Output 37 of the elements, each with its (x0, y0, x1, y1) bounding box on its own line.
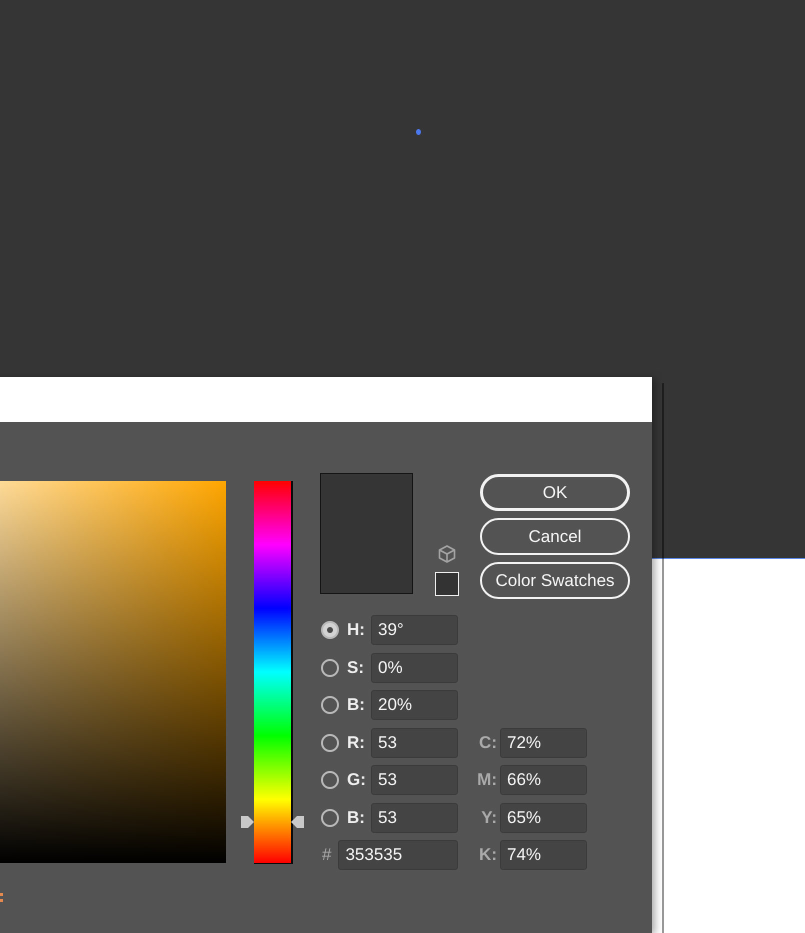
cancel-button[interactable]: Cancel (480, 518, 630, 555)
dot-icon (416, 129, 421, 135)
cube-icon[interactable] (438, 545, 456, 563)
hue-slider-thumb[interactable] (241, 816, 304, 828)
radio-button[interactable] (321, 658, 339, 676)
percent-field[interactable]: 72% (500, 728, 587, 758)
channel-value-field[interactable]: 53 (371, 802, 458, 832)
channel-value-field[interactable]: 53 (371, 765, 458, 795)
radio-button[interactable] (321, 621, 339, 639)
partial-icon (0, 893, 3, 902)
channel-value-field[interactable]: 53 (371, 728, 458, 758)
field-label: B: (347, 808, 366, 828)
field-label: G: (347, 770, 367, 790)
field-label: M: (477, 770, 498, 790)
field-label: R: (347, 732, 366, 752)
field-label: C: (479, 732, 498, 752)
hue-slider-track[interactable] (241, 481, 304, 864)
hue-field[interactable]: 39° (371, 615, 458, 645)
saturation-field[interactable]: 0% (371, 652, 458, 682)
field-label: B: (347, 695, 366, 715)
field-label: S: (347, 658, 365, 678)
color-swatches-button[interactable]: Color Swatches (480, 562, 630, 599)
radio-button[interactable] (321, 734, 339, 752)
field-label: Y: (481, 808, 498, 828)
ok-button[interactable]: OK (480, 474, 630, 511)
radio-button[interactable] (321, 808, 339, 826)
radio-button[interactable] (321, 696, 339, 714)
web-safe-swatch-icon[interactable] (435, 572, 459, 596)
brightness-field[interactable]: 20% (371, 690, 458, 720)
percent-field[interactable]: 66% (500, 765, 587, 795)
field-label: K: (479, 845, 498, 865)
percent-field[interactable]: 65% (500, 802, 587, 832)
hex-label: # (322, 845, 332, 865)
hex-field[interactable]: 353535 (338, 840, 458, 870)
radio-button[interactable] (321, 771, 339, 789)
field-label: H: (347, 620, 366, 640)
percent-field[interactable]: 74% (500, 840, 587, 870)
